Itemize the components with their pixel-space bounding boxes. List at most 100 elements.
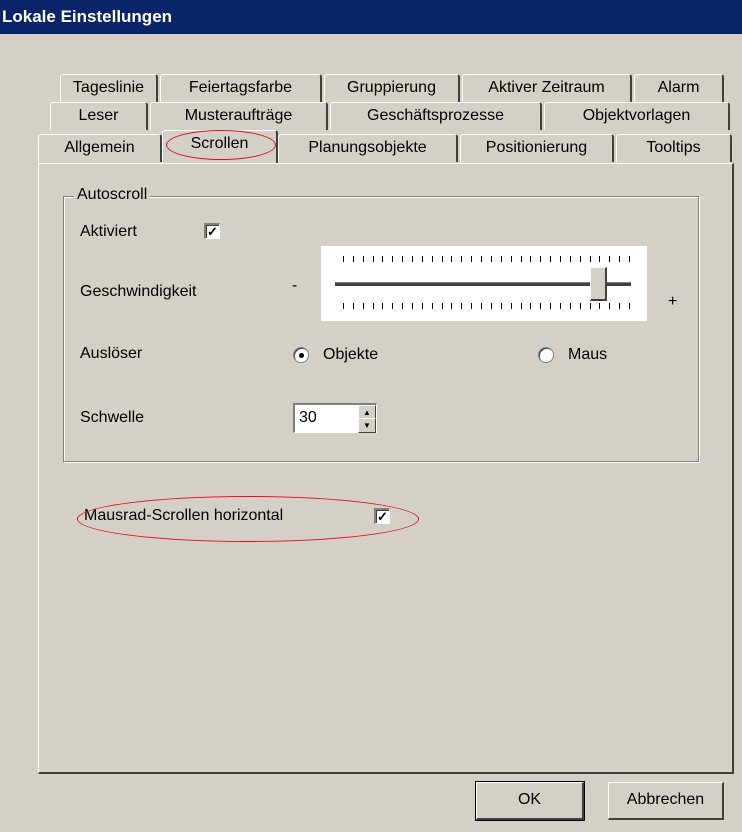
slider-tick bbox=[421, 256, 423, 262]
speed-minus-label: - bbox=[292, 277, 298, 294]
slider-tick bbox=[599, 256, 601, 262]
slider-tick bbox=[392, 303, 394, 309]
trigger-option-maus: Maus bbox=[568, 346, 608, 363]
slider-tick bbox=[451, 303, 453, 309]
tab-positionierung[interactable]: Positionierung bbox=[460, 134, 614, 162]
tab-allgemein[interactable]: Allgemein bbox=[38, 134, 162, 162]
tab-label: Planungsobjekte bbox=[308, 139, 427, 156]
trigger-label: Auslöser bbox=[80, 345, 143, 362]
slider-tick bbox=[431, 303, 433, 309]
slider-tick bbox=[619, 256, 621, 262]
tab-alarm[interactable]: Alarm bbox=[634, 74, 724, 102]
slider-track bbox=[335, 282, 631, 287]
cancel-button[interactable]: Abbrechen bbox=[608, 782, 724, 820]
mousewheel-horizontal-label: Mausrad-Scrollen horizontal bbox=[84, 507, 284, 524]
tab-musterauftraege[interactable]: Musteraufträge bbox=[150, 102, 328, 130]
slider-tick bbox=[540, 256, 542, 262]
tab-label: Musteraufträge bbox=[184, 107, 293, 124]
tab-scrollen[interactable]: Scrollen bbox=[162, 130, 278, 163]
tab-label: Tooltips bbox=[646, 139, 701, 156]
slider-tick bbox=[431, 256, 433, 262]
slider-tick bbox=[343, 303, 344, 309]
trigger-option-objekte: Objekte bbox=[323, 346, 379, 363]
slider-tick bbox=[441, 256, 443, 262]
slider-tick bbox=[540, 303, 542, 309]
slider-ticks-top bbox=[343, 256, 630, 262]
tab-aktiver-zeitraum[interactable]: Aktiver Zeitraum bbox=[462, 74, 632, 102]
slider-tick bbox=[559, 256, 561, 262]
slider-tick bbox=[402, 303, 404, 309]
slider-tick bbox=[421, 303, 423, 309]
tab-geschaeftsprozesse[interactable]: Geschäftsprozesse bbox=[330, 102, 542, 130]
slider-tick bbox=[490, 303, 492, 309]
slider-tick bbox=[471, 303, 473, 309]
tab-label: Feiertagsfarbe bbox=[188, 79, 293, 96]
tab-label: Geschäftsprozesse bbox=[367, 107, 504, 124]
autoscroll-groupbox: Autoscroll Aktiviert ✓ Geschwindigkeit -… bbox=[63, 186, 699, 462]
tab-leser[interactable]: Leser bbox=[50, 102, 148, 130]
arrow-up-icon: ▲ bbox=[363, 408, 371, 417]
slider-tick bbox=[569, 256, 571, 262]
slider-tick bbox=[382, 303, 384, 309]
tab-tageslinie[interactable]: Tageslinie bbox=[60, 74, 158, 102]
slider-tick bbox=[559, 303, 561, 309]
tab-label: Tageslinie bbox=[72, 79, 145, 96]
slider-tick bbox=[402, 256, 404, 262]
slider-tick bbox=[362, 303, 364, 309]
dialog-body: Tageslinie Feiertagsfarbe Gruppierung Ak… bbox=[0, 34, 742, 832]
ok-button[interactable]: OK bbox=[475, 781, 585, 821]
tab-label: Positionierung bbox=[485, 139, 588, 156]
tab-tooltips[interactable]: Tooltips bbox=[616, 134, 732, 162]
window-title: Lokale Einstellungen bbox=[2, 7, 173, 26]
window-title-bar: Lokale Einstellungen bbox=[0, 0, 742, 34]
tab-feiertagsfarbe[interactable]: Feiertagsfarbe bbox=[160, 74, 322, 102]
slider-tick bbox=[412, 303, 414, 309]
slider-tick bbox=[461, 303, 463, 309]
tab-label: Scrollen bbox=[190, 135, 249, 152]
tab-label: Objektvorlagen bbox=[582, 107, 691, 124]
slider-tick bbox=[579, 256, 581, 262]
arrow-down-icon: ▼ bbox=[363, 421, 371, 430]
slider-tick bbox=[520, 256, 522, 262]
slider-tick bbox=[520, 303, 522, 309]
slider-tick bbox=[372, 303, 374, 309]
speed-slider[interactable] bbox=[321, 246, 647, 321]
activated-label: Aktiviert bbox=[80, 223, 137, 240]
slider-tick bbox=[352, 256, 354, 262]
slider-thumb[interactable] bbox=[590, 267, 608, 301]
slider-tick bbox=[530, 256, 532, 262]
slider-tick bbox=[619, 303, 621, 309]
slider-tick bbox=[500, 256, 502, 262]
slider-tick bbox=[629, 303, 630, 309]
slider-tick bbox=[490, 256, 492, 262]
mousewheel-horizontal-checkbox[interactable]: ✓ bbox=[374, 508, 390, 524]
tab-objektvorlagen[interactable]: Objektvorlagen bbox=[544, 102, 730, 130]
tab-label: Leser bbox=[78, 107, 119, 124]
slider-tick bbox=[569, 303, 571, 309]
slider-tick bbox=[500, 303, 502, 309]
slider-tick bbox=[362, 256, 364, 262]
slider-tick bbox=[451, 256, 453, 262]
slider-tick bbox=[382, 256, 384, 262]
slider-tick bbox=[412, 256, 414, 262]
trigger-radio-maus[interactable] bbox=[538, 347, 554, 363]
spinner-down-button[interactable]: ▼ bbox=[358, 418, 376, 433]
tab-gruppierung[interactable]: Gruppierung bbox=[324, 74, 460, 102]
slider-tick bbox=[343, 256, 344, 262]
slider-tick bbox=[481, 256, 483, 262]
slider-tick bbox=[481, 303, 483, 309]
slider-tick bbox=[550, 303, 552, 309]
slider-tick bbox=[550, 256, 552, 262]
threshold-spinner[interactable]: 30 ▲ ▼ bbox=[293, 403, 377, 433]
tab-planungsobjekte[interactable]: Planungsobjekte bbox=[278, 134, 458, 162]
tab-label: Allgemein bbox=[64, 139, 135, 156]
threshold-value[interactable]: 30 bbox=[299, 409, 317, 427]
activated-checkbox[interactable]: ✓ bbox=[204, 223, 220, 239]
slider-tick bbox=[599, 303, 601, 309]
slider-tick bbox=[510, 303, 512, 309]
slider-tick bbox=[589, 303, 591, 309]
slider-tick bbox=[510, 256, 512, 262]
slider-tick bbox=[372, 256, 374, 262]
trigger-radio-objekte[interactable] bbox=[293, 347, 309, 363]
tab-panel-scrollen: Autoscroll Aktiviert ✓ Geschwindigkeit -… bbox=[38, 163, 734, 774]
